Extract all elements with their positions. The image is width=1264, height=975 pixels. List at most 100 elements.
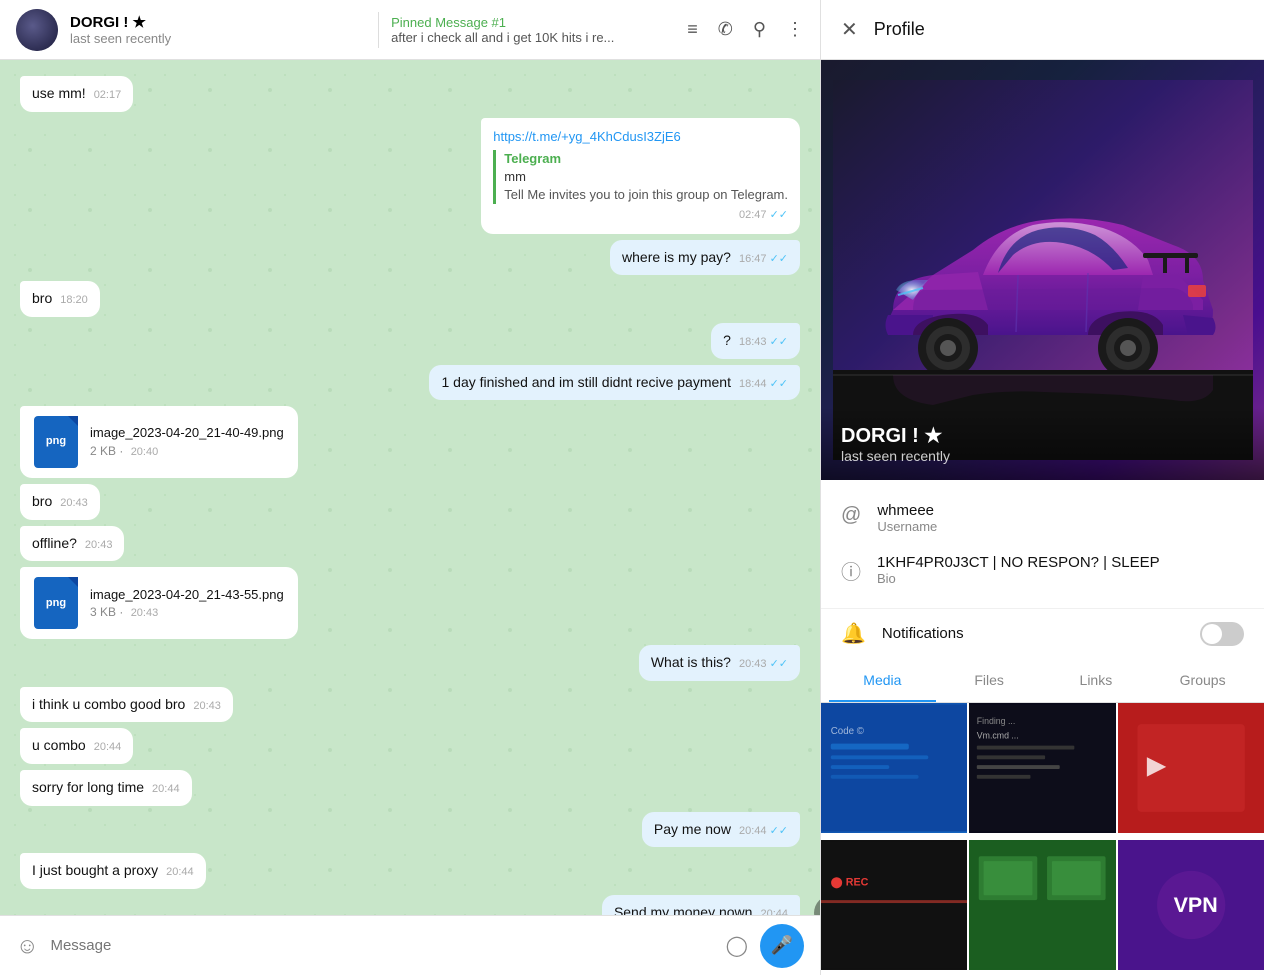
avatar[interactable] [16, 9, 58, 51]
svg-text:▶: ▶ [1146, 752, 1166, 778]
username-row: @ whmeee Username [821, 492, 1264, 544]
file-bubble: png image_2023-04-20_21-40-49.png 2 KB ·… [20, 406, 298, 478]
profile-info-section: @ whmeee Username ⓘ 1KHF4PR0J3CT | NO RE… [821, 480, 1264, 609]
message-bubble: 1 day finished and im still didnt recive… [429, 365, 800, 401]
media-thumbnail[interactable]: ▶ [1118, 703, 1264, 833]
chat-messages: use mm! 02:17 https://t.me/+yg_4KhCdusI3… [0, 60, 820, 915]
chat-input-bar: ☺ ◯ 🎤 [0, 915, 820, 975]
message-bubble: use mm! 02:17 [20, 76, 133, 112]
media-thumbnail[interactable]: Code © [821, 703, 967, 833]
notifications-row: 🔔 Notifications [821, 609, 1264, 658]
svg-text:Code ©: Code © [831, 726, 865, 737]
bio-info: 1KHF4PR0J3CT | NO RESPON? | SLEEP Bio [877, 554, 1160, 586]
close-button[interactable]: ✕ [841, 17, 858, 42]
table-row: https://t.me/+yg_4KhCdusI3ZjE6 Telegram … [20, 118, 800, 234]
media-tabs: Media Files Links Groups [821, 658, 1264, 703]
message-time: 20:43 [193, 699, 221, 714]
bio-row: ⓘ 1KHF4PR0J3CT | NO RESPON? | SLEEP Bio [821, 544, 1264, 596]
more-icon[interactable]: ⋮ [786, 19, 804, 40]
media-thumbnail[interactable]: ⬤ REC [821, 840, 967, 970]
message-time: 02:17 [94, 88, 122, 103]
message-time: 16:47 ✓✓ [739, 252, 788, 267]
media-grid: Code © Finding ... Vm.cmd ... [821, 703, 1264, 975]
username-value: whmeee [877, 502, 937, 519]
table-row: offline? 20:43 [20, 526, 800, 562]
table-row: I just bought a proxy 20:44 [20, 853, 800, 889]
emoji-icon[interactable]: ☺ [16, 933, 38, 959]
message-time: 20:44 [152, 782, 180, 797]
tab-links[interactable]: Links [1043, 658, 1150, 702]
file-info: image_2023-04-20_21-43-55.png 3 KB · 20:… [90, 586, 284, 622]
message-text: sorry for long time [32, 779, 144, 795]
mic-button[interactable]: 🎤 [760, 924, 804, 968]
phone-icon[interactable]: ✆ [718, 19, 733, 40]
chat-panel: DORGI ! ★ last seen recently Pinned Mess… [0, 0, 820, 975]
username-label: Username [877, 519, 937, 534]
message-bubble: ? 18:43 ✓✓ [711, 323, 800, 359]
message-bubble: offline? 20:43 [20, 526, 124, 562]
message-text: 1 day finished and im still didnt recive… [441, 374, 730, 390]
table-row: use mm! 02:17 [20, 76, 800, 112]
table-row: png image_2023-04-20_21-40-49.png 2 KB ·… [20, 406, 800, 478]
tab-groups[interactable]: Groups [1149, 658, 1256, 702]
attach-icon[interactable]: ◯ [726, 933, 748, 958]
bell-icon: 🔔 [841, 621, 866, 646]
profile-cover-status: last seen recently [841, 448, 1244, 464]
message-text: where is my pay? [622, 249, 731, 265]
tab-files[interactable]: Files [936, 658, 1043, 702]
message-bubble: bro 20:43 [20, 484, 100, 520]
profile-cover: DORGI ! ★ last seen recently [821, 60, 1264, 480]
username-info: whmeee Username [877, 502, 937, 534]
chat-header: DORGI ! ★ last seen recently Pinned Mess… [0, 0, 820, 60]
message-bubble: sorry for long time 20:44 [20, 770, 192, 806]
search-icon[interactable]: ⚲ [753, 19, 766, 40]
message-time: 20:44 [94, 740, 122, 755]
message-bubble: u combo 20:44 [20, 728, 133, 764]
link-site: mm [504, 168, 788, 186]
table-row: 1 day finished and im still didnt recive… [20, 365, 800, 401]
file-name: image_2023-04-20_21-40-49.png [90, 424, 284, 442]
message-time: 20:43 ✓✓ [739, 657, 788, 672]
profile-panel: ✕ Profile [820, 0, 1264, 975]
table-row: Send my money nown 20:44 ↓ [20, 895, 800, 915]
tab-media[interactable]: Media [829, 658, 936, 702]
scroll-down-button[interactable]: ↓ [814, 895, 820, 915]
message-time: 20:43 [60, 496, 88, 511]
file-size: 2 KB · 20:40 [90, 443, 284, 460]
file-info: image_2023-04-20_21-40-49.png 2 KB · 20:… [90, 424, 284, 460]
message-text: bro [32, 290, 52, 306]
profile-title: Profile [874, 19, 925, 40]
file-bubble: png image_2023-04-20_21-43-55.png 3 KB ·… [20, 567, 298, 639]
message-time: 20:44 [760, 907, 788, 915]
svg-text:VPN: VPN [1173, 893, 1217, 917]
message-time: 20:43 [85, 538, 113, 553]
message-time: 20:40 [131, 446, 159, 458]
media-thumbnail[interactable]: Finding ... Vm.cmd ... [969, 703, 1115, 833]
message-time: 18:20 [60, 293, 88, 308]
file-name: image_2023-04-20_21-43-55.png [90, 586, 284, 604]
link-description: Tell Me invites you to join this group o… [504, 186, 788, 204]
message-bubble: Send my money nown 20:44 ↓ [602, 895, 800, 915]
profile-overlay: DORGI ! ★ last seen recently [821, 407, 1264, 480]
notifications-toggle[interactable] [1200, 622, 1244, 646]
at-icon: @ [841, 504, 861, 527]
list-icon[interactable]: ≡ [687, 19, 698, 40]
mic-icon: 🎤 [771, 935, 793, 956]
bio-value: 1KHF4PR0J3CT | NO RESPON? | SLEEP [877, 554, 1160, 571]
bio-label: Bio [877, 571, 1160, 586]
toggle-thumb [1202, 624, 1222, 644]
media-thumbnail[interactable] [969, 840, 1115, 970]
link-url[interactable]: https://t.me/+yg_4KhCdusI3ZjE6 [493, 128, 788, 146]
message-text: ? [723, 332, 731, 348]
pinned-message[interactable]: Pinned Message #1 after i check all and … [391, 15, 687, 45]
table-row: u combo 20:44 [20, 728, 800, 764]
message-time: 20:44 [166, 865, 194, 880]
table-row: where is my pay? 16:47 ✓✓ [20, 240, 800, 276]
message-input[interactable] [50, 937, 713, 954]
message-text: I just bought a proxy [32, 862, 158, 878]
media-thumbnail[interactable]: VPN [1118, 840, 1264, 970]
table-row: bro 18:20 [20, 281, 800, 317]
profile-cover-name: DORGI ! ★ [841, 423, 1244, 448]
info-icon: ⓘ [841, 556, 861, 585]
message-time: 18:43 ✓✓ [739, 335, 788, 350]
